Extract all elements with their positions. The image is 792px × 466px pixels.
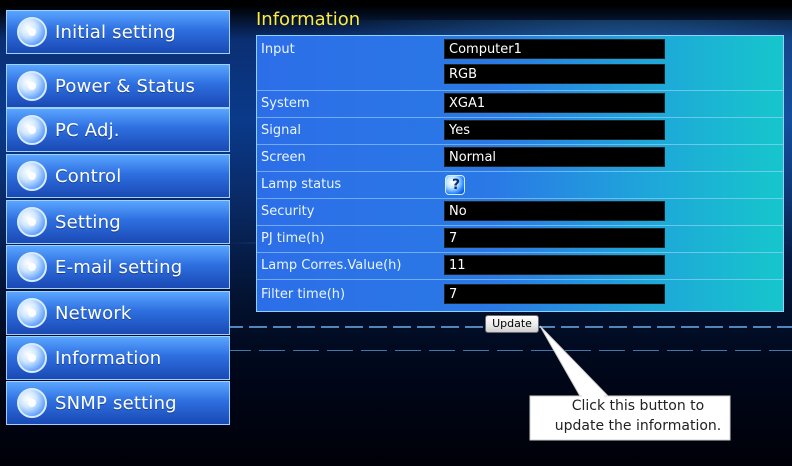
row-label: Lamp status bbox=[261, 177, 342, 192]
sidebar-item-label: E-mail setting bbox=[55, 256, 183, 278]
projector-icon bbox=[17, 71, 47, 101]
row-value: 11 bbox=[444, 255, 665, 275]
control-pad-icon bbox=[17, 161, 47, 191]
row-value: 7 bbox=[444, 228, 665, 248]
row-value: XGA1 bbox=[444, 93, 665, 113]
row-label: Input bbox=[261, 42, 295, 57]
sidebar-item-label: Network bbox=[55, 302, 132, 324]
row-value: Normal bbox=[444, 147, 665, 167]
info-icon bbox=[17, 343, 47, 373]
row-value: Computer1 bbox=[444, 39, 665, 59]
row-label: PJ time(h) bbox=[261, 231, 325, 246]
table-row: Input Computer1 RGB bbox=[257, 36, 783, 90]
row-label: Signal bbox=[261, 123, 301, 138]
sidebar-item-control[interactable]: Control bbox=[6, 154, 230, 198]
sidebar-item-label: Power & Status bbox=[55, 75, 196, 97]
sidebar-item-label: PC Adj. bbox=[55, 119, 120, 141]
row-value: Yes bbox=[444, 120, 665, 140]
table-row: Screen Normal bbox=[257, 144, 783, 172]
sidebar-item-network[interactable]: Network bbox=[6, 291, 230, 335]
sidebar-item-label: Initial setting bbox=[55, 21, 176, 43]
sidebar-item-label: SNMP setting bbox=[55, 392, 177, 414]
table-row: Signal Yes bbox=[257, 117, 783, 145]
callout-line: Click this button to bbox=[571, 398, 705, 414]
callout-text: Click this button to update the informat… bbox=[528, 396, 748, 440]
page-title: Information bbox=[256, 9, 361, 30]
table-row: Security No bbox=[257, 198, 783, 226]
lamp-status-icon[interactable] bbox=[445, 175, 465, 195]
sidebar-item-snmp-setting[interactable]: SNMP setting bbox=[6, 381, 230, 425]
row-label: Lamp Corres.Value(h) bbox=[261, 258, 402, 273]
table-row: PJ time(h) 7 bbox=[257, 225, 783, 253]
network-icon bbox=[17, 298, 47, 328]
row-value: 7 bbox=[444, 284, 665, 304]
tools-icon bbox=[17, 207, 47, 237]
envelope-icon bbox=[17, 252, 47, 282]
information-table: Input Computer1 RGB System XGA1 Signal Y… bbox=[256, 35, 784, 312]
sidebar-item-pc-adj[interactable]: PC Adj. bbox=[6, 108, 230, 152]
row-label: Security bbox=[261, 204, 315, 219]
sidebar-item-email-setting[interactable]: E-mail setting bbox=[6, 245, 230, 289]
table-row: System XGA1 bbox=[257, 90, 783, 118]
row-label: System bbox=[261, 96, 310, 111]
sidebar-item-initial-setting[interactable]: Initial setting bbox=[6, 10, 230, 54]
sidebar-item-power-status[interactable]: Power & Status bbox=[6, 64, 230, 108]
table-row: Lamp Corres.Value(h) 11 bbox=[257, 252, 783, 280]
row-label: Screen bbox=[261, 150, 306, 165]
snmp-icon bbox=[17, 388, 47, 418]
row-value: No bbox=[444, 201, 665, 221]
sidebar-item-label: Information bbox=[55, 347, 162, 369]
sidebar-item-information[interactable]: Information bbox=[6, 336, 230, 380]
table-row: Filter time(h) 7 bbox=[257, 279, 783, 313]
sidebar-item-label: Setting bbox=[55, 211, 121, 233]
row-value: RGB bbox=[444, 64, 665, 84]
wrench-gear-icon bbox=[17, 17, 47, 47]
sidebar: Initial setting Power & Status PC Adj. C… bbox=[6, 10, 230, 452]
sidebar-item-label: Control bbox=[55, 165, 122, 187]
table-row: Lamp status bbox=[257, 171, 783, 199]
row-label: Filter time(h) bbox=[261, 287, 346, 302]
sidebar-item-setting[interactable]: Setting bbox=[6, 200, 230, 244]
monitor-icon bbox=[17, 115, 47, 145]
callout-line: update the information. bbox=[554, 418, 722, 434]
